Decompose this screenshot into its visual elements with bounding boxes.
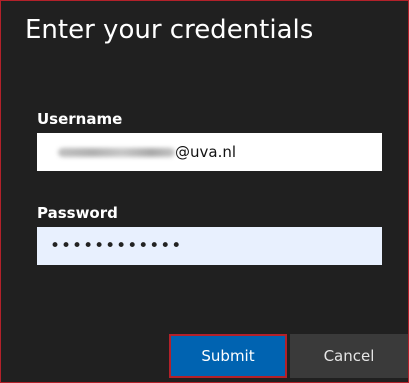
credentials-dialog: Enter your credentials Username @uva.nl … — [0, 0, 409, 383]
username-redacted-text — [58, 148, 175, 157]
username-domain-text: @uva.nl — [175, 143, 237, 161]
cancel-button[interactable]: Cancel — [290, 334, 408, 378]
dialog-title: Enter your credentials — [25, 15, 314, 45]
username-label: Username — [37, 110, 123, 128]
submit-button[interactable]: Submit — [169, 334, 287, 378]
password-label: Password — [37, 204, 118, 222]
password-field[interactable] — [37, 227, 382, 265]
username-field[interactable]: @uva.nl — [37, 133, 382, 171]
